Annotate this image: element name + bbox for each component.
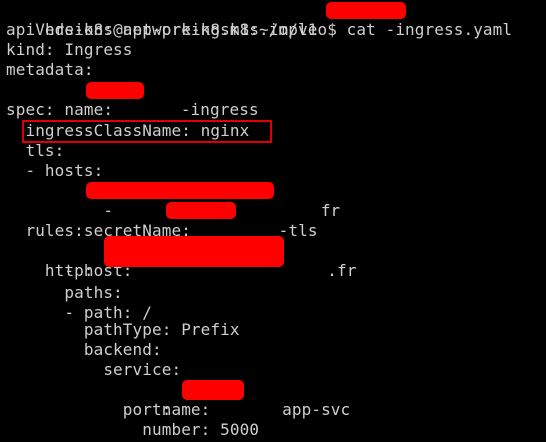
yaml-pathtype: pathType: Prefix [6, 320, 240, 339]
yaml-spec: spec: [6, 100, 55, 119]
yaml-service-name-suffix: app-svc [282, 400, 351, 419]
redaction-command-filename [326, 2, 406, 19]
yaml-name-key: name: [44, 100, 123, 119]
ingressclassname-highlight-box [22, 120, 272, 143]
yaml-backend: backend: [6, 340, 162, 359]
yaml-port: port: [6, 400, 172, 419]
yaml-hosts-key: - hosts: [6, 161, 104, 180]
yaml-service: service: [6, 360, 182, 379]
command-suffix: -ingress.yaml [385, 20, 513, 39]
yaml-hosts-item-suffix: fr [320, 201, 341, 220]
yaml-secretname-suffix: -tls [278, 221, 318, 240]
yaml-http: http: [6, 261, 94, 280]
yaml-tls: tls: [6, 141, 65, 160]
redaction-service-name [182, 380, 244, 400]
terminal-window[interactable]: hde-k8s@app-pre-k8sm1:~/mpleo$ cat -ingr… [0, 0, 546, 442]
redaction-rule-host [104, 236, 284, 267]
yaml-rules: rules: [6, 221, 84, 240]
yaml-paths: paths: [6, 283, 123, 302]
yaml-metadata: metadata: [6, 60, 94, 79]
yaml-host-suffix: .fr [327, 261, 357, 280]
redaction-secretname [166, 202, 236, 219]
redaction-metadata-name [86, 82, 144, 99]
redaction-tls-host [86, 182, 274, 199]
yaml-apiversion: apiVersion: networking.k8s.io/v1 [6, 20, 318, 39]
yaml-name-suffix: -ingress [180, 100, 259, 119]
yaml-kind: kind: Ingress [6, 40, 133, 59]
yaml-port-number: number: 5000 [6, 420, 260, 439]
